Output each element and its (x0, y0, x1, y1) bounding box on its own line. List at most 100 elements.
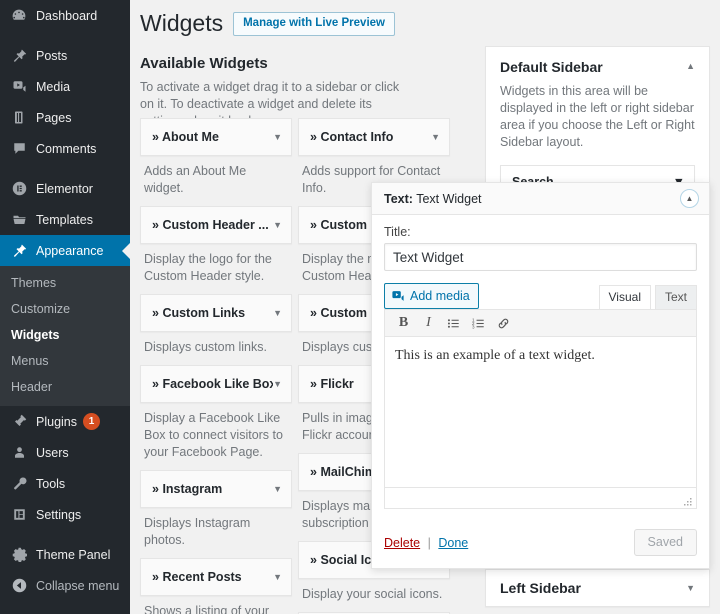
title-field-label: Title: (384, 225, 411, 239)
save-button[interactable]: Saved (633, 529, 697, 556)
add-media-button[interactable]: Add media (384, 283, 479, 309)
bold-icon[interactable]: B (391, 312, 416, 335)
submenu-item-themes[interactable]: Themes (0, 270, 130, 296)
manage-with-live-preview-button[interactable]: Manage with Live Preview (233, 11, 395, 36)
delete-link[interactable]: Delete (384, 536, 420, 550)
widget-title: » Contact Info (310, 130, 394, 144)
widget-description: Display your social icons. (302, 587, 443, 601)
sidebar-item-collapse-menu[interactable]: Collapse menu (0, 570, 130, 601)
sidebar-item-media[interactable]: Media (0, 71, 130, 102)
submenu-item-menus[interactable]: Menus (0, 348, 130, 374)
sidebar-item-plugins[interactable]: Plugins 1 (0, 406, 130, 437)
sidebar-area-header[interactable]: Left Sidebar ▼ (500, 580, 695, 596)
sidebar-area-name: Default Sidebar (500, 59, 603, 75)
gear-icon (9, 545, 29, 565)
chevron-down-icon[interactable]: ▼ (273, 308, 282, 318)
ordered-list-icon[interactable]: 123 (466, 312, 491, 335)
sidebar-item-comments[interactable]: Comments (0, 133, 130, 164)
sidebar-item-label: Pages (36, 110, 72, 125)
widget-facebook-like-box[interactable]: » Facebook Like Box ▼ (140, 365, 292, 403)
title-input[interactable] (384, 243, 697, 271)
sidebar-item-users[interactable]: Users (0, 437, 130, 468)
settings-icon (9, 505, 29, 525)
editor-toolbar: B I 123 (384, 309, 697, 336)
sidebar-item-appearance[interactable]: Appearance (0, 235, 130, 266)
sidebar-item-theme-panel[interactable]: Theme Panel (0, 539, 130, 570)
media-icon (391, 289, 405, 303)
widget-description: Displays Instagram photos. (144, 516, 251, 547)
sidebar-item-label: Appearance (36, 243, 104, 258)
editor-status-bar (384, 488, 697, 509)
collapse-toggle-icon[interactable]: ▲ (680, 189, 699, 208)
editor-content-text: This is an example of a text widget. (395, 348, 595, 363)
tab-text[interactable]: Text (654, 285, 697, 309)
sidebar-item-pages[interactable]: Pages (0, 102, 130, 133)
chevron-down-icon[interactable]: ▼ (273, 572, 282, 582)
sidebar-item-label: Dashboard (36, 8, 98, 23)
sidebar-item-settings[interactable]: Settings (0, 499, 130, 530)
chevron-down-icon[interactable]: ▼ (273, 220, 282, 230)
chevron-down-icon[interactable]: ▼ (273, 484, 282, 494)
widget-instagram[interactable]: » Instagram ▼ (140, 470, 292, 508)
tab-visual[interactable]: Visual (598, 285, 651, 309)
widget-description: Adds an About Me widget. (144, 164, 247, 195)
submenu-item-header[interactable]: Header (0, 374, 130, 400)
widget-custom-header[interactable]: » Custom Header ... ▼ (140, 206, 292, 244)
widget-contact-info[interactable]: » Contact Info ▼ (298, 118, 450, 156)
sidebar-area-left: Left Sidebar ▼ (485, 569, 710, 607)
add-media-label: Add media (410, 289, 470, 303)
menu-separator (0, 31, 130, 40)
sidebar-area-description: Widgets in this area will be displayed i… (500, 84, 695, 149)
widget-column-left: » About Me ▼ Adds an About Me widget. » … (140, 118, 292, 614)
collapse-icon (9, 576, 29, 596)
text-widget-editor-header[interactable]: Text: Text Widget ▲ (372, 183, 709, 215)
submenu-item-widgets[interactable]: Widgets (0, 322, 130, 348)
chevron-up-icon[interactable]: ▲ (686, 59, 695, 73)
italic-icon[interactable]: I (416, 312, 441, 335)
chevron-down-icon[interactable]: ▼ (686, 581, 695, 595)
pin-icon (9, 46, 29, 66)
editor-content-area[interactable]: This is an example of a text widget. (384, 336, 697, 488)
chevron-down-icon[interactable]: ▼ (273, 132, 282, 142)
done-link[interactable]: Done (438, 536, 468, 550)
widget-instance-label: Text Widget (416, 191, 482, 206)
unordered-list-icon[interactable] (441, 312, 466, 335)
widget-description: Displays custom links. (144, 340, 267, 354)
sidebar-item-elementor[interactable]: Elementor (0, 173, 130, 204)
sidebar-item-label: Tools (36, 476, 66, 491)
svg-text:3: 3 (472, 324, 475, 329)
sidebar-item-label: Media (36, 79, 71, 94)
link-icon[interactable] (491, 312, 516, 335)
sidebar-item-templates[interactable]: Templates (0, 204, 130, 235)
sidebar-item-label: Plugins (36, 414, 77, 429)
page-title: Widgets (140, 10, 224, 36)
sidebar-item-posts[interactable]: Posts (0, 40, 130, 71)
widget-custom-links[interactable]: » Custom Links ▼ (140, 294, 292, 332)
page-header: Widgets Manage with Live Preview (130, 0, 720, 38)
sidebar-area-header[interactable]: Default Sidebar ▲ (500, 59, 695, 75)
link-separator: | (427, 535, 431, 550)
submenu-item-customize[interactable]: Customize (0, 296, 130, 322)
widget-title: » About Me (152, 130, 219, 144)
footer-links: Delete | Done (384, 536, 634, 550)
tools-icon (9, 474, 29, 494)
editor-top-bar: Add media Visual Text (384, 282, 697, 309)
sidebar-item-dashboard[interactable]: Dashboard (0, 0, 130, 31)
resize-handle-icon[interactable] (683, 495, 693, 506)
plugins-update-badge: 1 (83, 413, 100, 430)
widget-recent-posts[interactable]: » Recent Posts ▼ (140, 558, 292, 596)
sidebar-item-tools[interactable]: Tools (0, 468, 130, 499)
users-icon (9, 443, 29, 463)
widget-description: Display the logo for the Custom Header s… (144, 252, 272, 283)
chevron-down-icon[interactable]: ▼ (431, 132, 440, 142)
templates-icon (9, 210, 29, 230)
dashboard-icon (9, 6, 29, 26)
chevron-down-icon[interactable]: ▼ (273, 379, 282, 389)
widget-title: » Recent Posts (152, 570, 242, 584)
bold-glyph: B (398, 315, 409, 330)
widget-about-me[interactable]: » About Me ▼ (140, 118, 292, 156)
text-widget-editor-title: Text: Text Widget (384, 192, 680, 206)
text-widget-editor-panel: Text: Text Widget ▲ Title: Add media Vis… (371, 182, 710, 569)
admin-sidebar: Dashboard Posts Media Pages Comments Ele… (0, 0, 130, 614)
sidebar-item-label: Users (36, 445, 69, 460)
